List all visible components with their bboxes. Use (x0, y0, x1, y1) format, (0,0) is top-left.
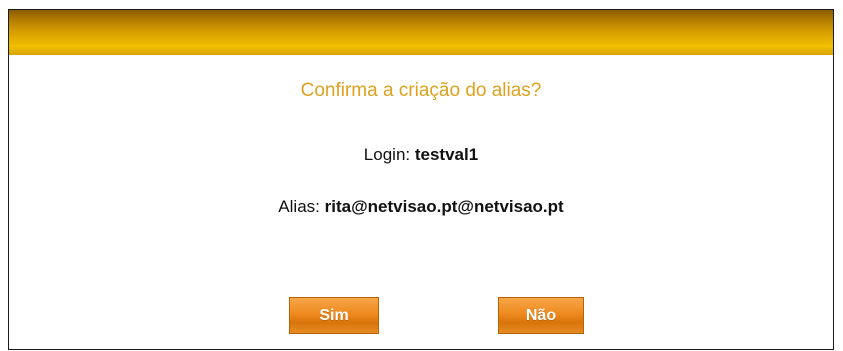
login-label: Login: (363, 145, 411, 164)
confirm-dialog: Confirma a criação do alias? Login: test… (8, 9, 834, 350)
alias-line: Alias: rita@netvisao.pt@netvisao.pt (9, 197, 833, 217)
no-button[interactable]: Não (498, 297, 584, 334)
alias-label: Alias: (278, 197, 320, 216)
alias-value: rita@netvisao.pt@netvisao.pt (324, 197, 564, 216)
dialog-content: Confirma a criação do alias? Login: test… (9, 55, 833, 349)
yes-button[interactable]: Sim (289, 297, 379, 334)
confirm-question: Confirma a criação do alias? (300, 80, 542, 101)
dialog-title-bar (9, 10, 833, 55)
login-value: testval1 (414, 145, 479, 164)
login-line: Login: testval1 (9, 145, 833, 165)
